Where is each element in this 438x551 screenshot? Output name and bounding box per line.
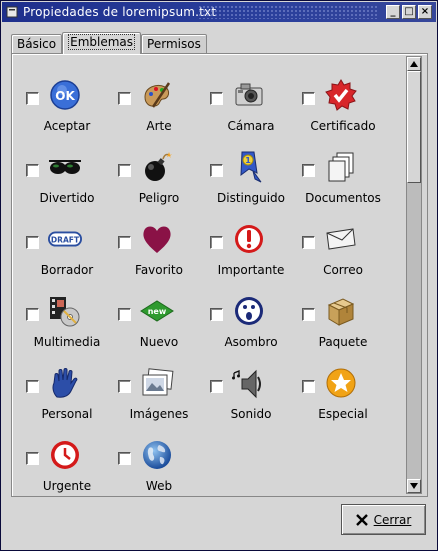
emblem-checkbox[interactable] — [302, 236, 315, 249]
emblem-item[interactable]: Asombro — [199, 272, 291, 349]
emblem-label: Urgente — [42, 479, 92, 493]
scroll-thumb[interactable] — [407, 71, 421, 183]
svg-text:1: 1 — [245, 156, 251, 165]
emblem-checkbox[interactable] — [210, 380, 223, 393]
art-palette-icon — [140, 78, 174, 112]
emblem-item[interactable]: Paquete — [291, 272, 383, 349]
emblem-checkbox[interactable] — [302, 164, 315, 177]
svg-text:OK: OK — [55, 89, 75, 103]
scroll-down-button[interactable] — [407, 479, 421, 493]
ribbon-icon: 1 — [232, 150, 266, 184]
star-icon — [324, 366, 358, 400]
emblem-item[interactable]: Multimedia — [15, 272, 107, 349]
emblem-item[interactable]: Correo — [291, 200, 383, 277]
clock-icon — [48, 438, 82, 472]
mail-icon — [324, 222, 358, 256]
emblem-label: Sonido — [230, 407, 272, 421]
maximize-button[interactable]: □ — [402, 5, 416, 19]
arrow-up-icon — [410, 61, 418, 67]
emblem-checkbox[interactable] — [118, 380, 131, 393]
emblem-item[interactable]: OK Aceptar — [15, 56, 107, 133]
emblem-checkbox[interactable] — [118, 452, 131, 465]
title-bar[interactable]: Propiedades de loremipsum.txt _ □ × — [2, 2, 436, 22]
scroll-up-button[interactable] — [407, 57, 421, 71]
emblem-checkbox[interactable] — [210, 92, 223, 105]
emblem-checkbox[interactable] — [26, 92, 39, 105]
emblem-item[interactable]: Web — [107, 416, 199, 493]
certified-icon — [324, 78, 358, 112]
tab-bar: Básico Emblemas Permisos — [11, 32, 207, 54]
new-icon: new — [140, 294, 174, 328]
ok-icon: OK — [48, 78, 82, 112]
emblem-item[interactable]: Imágenes — [107, 344, 199, 421]
emblem-list: OK Aceptar Arte Cámara Certificado Divertido P… — [15, 56, 407, 494]
emblem-checkbox[interactable] — [302, 92, 315, 105]
close-window-button[interactable]: × — [418, 5, 432, 19]
emblem-checkbox[interactable] — [118, 308, 131, 321]
emblem-label: Web — [145, 479, 173, 493]
emblem-item[interactable]: Peligro — [107, 128, 199, 205]
bomb-icon — [140, 150, 174, 184]
arrow-down-icon — [410, 483, 418, 489]
emblem-checkbox[interactable] — [302, 380, 315, 393]
multimedia-icon — [48, 294, 82, 328]
emblem-checkbox[interactable] — [26, 452, 39, 465]
close-x-icon — [355, 513, 368, 526]
emblem-item[interactable]: Cámara — [199, 56, 291, 133]
emblem-checkbox[interactable] — [26, 164, 39, 177]
emblem-item[interactable]: Divertido — [15, 128, 107, 205]
vertical-scrollbar[interactable] — [406, 56, 422, 494]
emblem-item[interactable]: Personal — [15, 344, 107, 421]
emblem-item[interactable]: 1 Distinguido — [199, 128, 291, 205]
emblem-checkbox[interactable] — [210, 164, 223, 177]
emblem-label: Especial — [318, 407, 368, 421]
close-button[interactable]: Cerrar — [341, 504, 426, 535]
important-icon — [232, 222, 266, 256]
camera-icon — [232, 78, 266, 112]
emblem-item[interactable]: Especial — [291, 344, 383, 421]
emblem-item[interactable]: Documentos — [291, 128, 383, 205]
properties-window: Propiedades de loremipsum.txt _ □ × Bási… — [0, 0, 438, 551]
emblem-item[interactable]: Arte — [107, 56, 199, 133]
tab-emblemas[interactable]: Emblemas — [62, 32, 142, 54]
emblem-checkbox[interactable] — [210, 308, 223, 321]
emblem-checkbox[interactable] — [118, 236, 131, 249]
package-icon — [324, 294, 358, 328]
emblem-checkbox[interactable] — [118, 92, 131, 105]
emblem-checkbox[interactable] — [26, 236, 39, 249]
heart-icon — [140, 222, 174, 256]
emblem-item[interactable]: new Nuevo — [107, 272, 199, 349]
documents-icon — [324, 150, 358, 184]
minimize-button[interactable]: _ — [386, 5, 400, 19]
draft-icon: DRAFT — [48, 222, 82, 256]
svg-text:new: new — [148, 307, 167, 316]
tab-emblemas-label: Emblemas — [68, 34, 136, 50]
surprise-icon — [232, 294, 266, 328]
emblem-checkbox[interactable] — [118, 164, 131, 177]
title-pattern — [198, 5, 378, 19]
sound-icon — [232, 366, 266, 400]
hand-icon — [48, 366, 82, 400]
emblem-checkbox[interactable] — [26, 380, 39, 393]
sunglasses-icon — [48, 150, 82, 184]
window-title: Propiedades de loremipsum.txt — [23, 5, 217, 19]
emblem-checkbox[interactable] — [302, 308, 315, 321]
emblem-item[interactable]: Favorito — [107, 200, 199, 277]
emblem-item[interactable]: Sonido — [199, 344, 291, 421]
pictures-icon — [140, 366, 174, 400]
globe-icon — [140, 438, 174, 472]
emblem-checkbox[interactable] — [210, 236, 223, 249]
close-button-label: Cerrar — [373, 512, 412, 527]
emblem-item[interactable]: DRAFT Borrador — [15, 200, 107, 277]
tab-basico[interactable]: Básico — [11, 34, 63, 54]
emblem-item[interactable]: Importante — [199, 200, 291, 277]
emblem-item[interactable]: Urgente — [15, 416, 107, 493]
svg-text:DRAFT: DRAFT — [51, 235, 80, 244]
emblem-checkbox[interactable] — [26, 308, 39, 321]
window-menu-icon[interactable] — [5, 5, 19, 19]
tab-permisos[interactable]: Permisos — [141, 34, 207, 54]
emblem-item[interactable]: Certificado — [291, 56, 383, 133]
